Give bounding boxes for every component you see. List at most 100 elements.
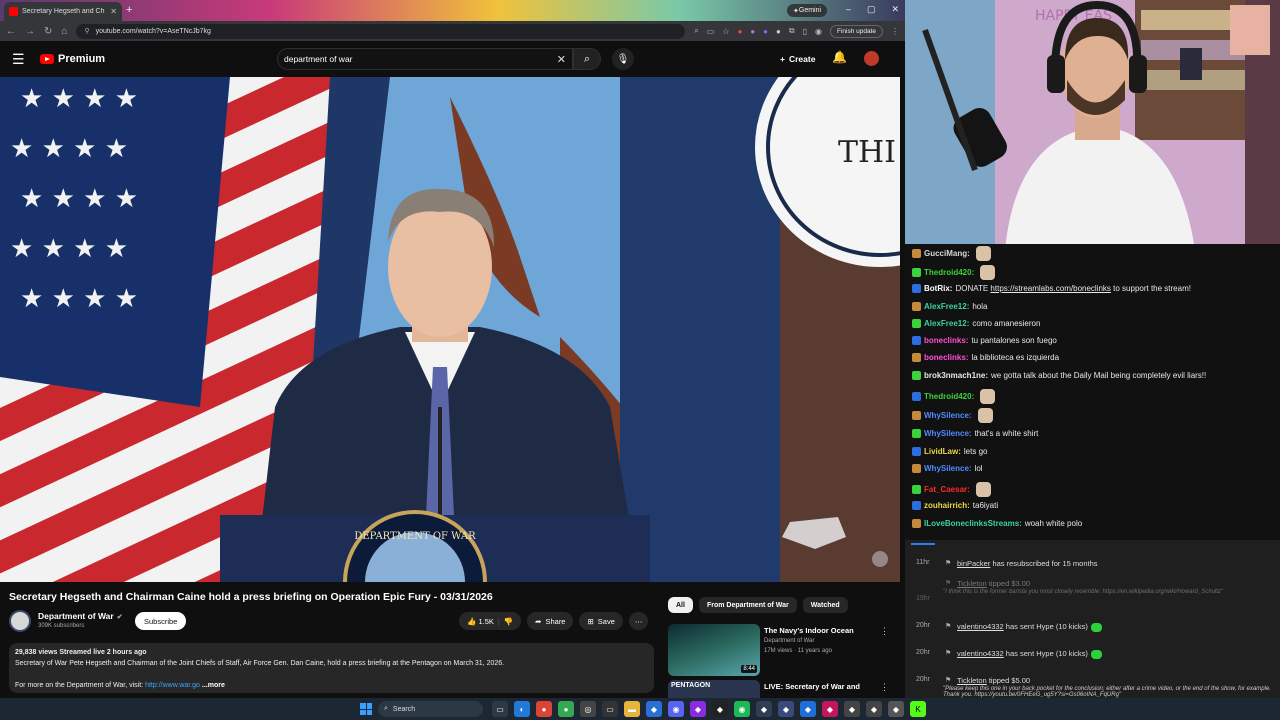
event-flag-icon[interactable]: ⚑ bbox=[945, 622, 951, 630]
chat-username[interactable]: boneclinks: bbox=[924, 353, 968, 362]
chat-username[interactable]: LividLaw: bbox=[924, 447, 961, 456]
chat-username[interactable]: WhySilence: bbox=[924, 429, 972, 438]
app-icon[interactable]: ◆ bbox=[778, 701, 794, 717]
event-flag-icon[interactable]: ⚑ bbox=[945, 676, 951, 684]
description-link[interactable]: http://www.war.go bbox=[145, 682, 200, 689]
app-icon[interactable]: ◆ bbox=[756, 701, 772, 717]
spotify-icon[interactable]: ◉ bbox=[734, 701, 750, 717]
event-flag-icon[interactable]: ⚑ bbox=[945, 579, 951, 587]
event-username[interactable]: valentino4332 bbox=[957, 622, 1004, 631]
sidebar-icon[interactable]: ▯ bbox=[803, 27, 807, 36]
obs-icon[interactable]: ◎ bbox=[580, 701, 596, 717]
chat-username[interactable]: Fat_Caesar: bbox=[924, 485, 970, 494]
clear-search-icon[interactable]: ✕ bbox=[557, 53, 566, 66]
chat-username[interactable]: WhySilence: bbox=[924, 464, 972, 473]
tab-close-icon[interactable]: ✕ bbox=[110, 7, 117, 16]
event-username[interactable]: binPacker bbox=[957, 559, 990, 568]
share-button[interactable]: ➦ Share bbox=[527, 612, 574, 630]
recommendation-thumbnail[interactable]: PENTAGON bbox=[668, 680, 760, 698]
app-icon[interactable]: ◆ bbox=[866, 701, 882, 717]
chip-watched[interactable]: Watched bbox=[802, 597, 848, 613]
create-button[interactable]: + Create bbox=[772, 49, 823, 69]
chrome-profile-icon[interactable]: ● bbox=[558, 701, 574, 717]
description-box[interactable]: 29,838 views Streamed live 2 hours ago S… bbox=[9, 643, 654, 693]
chat-username[interactable]: AlexFree12: bbox=[924, 319, 969, 328]
app-icon[interactable]: ◆ bbox=[690, 701, 706, 717]
notifications-bell-icon[interactable]: 🔔 bbox=[832, 50, 847, 64]
edge-icon[interactable]: ◐ bbox=[514, 701, 530, 717]
event-flag-icon[interactable]: ⚑ bbox=[945, 559, 951, 567]
extension-icon[interactable]: ● bbox=[763, 27, 768, 36]
chat-link[interactable]: https://streamlabs.com/boneclinks bbox=[990, 284, 1111, 293]
chat-username[interactable]: brok3nmach1ne: bbox=[924, 371, 988, 380]
extension-icon[interactable]: ● bbox=[750, 27, 755, 36]
file-explorer-icon[interactable]: ▬ bbox=[624, 701, 640, 717]
app-icon[interactable]: ◆ bbox=[800, 701, 816, 717]
subscribe-button[interactable]: Subscribe bbox=[135, 612, 187, 630]
browser-tab[interactable]: Secretary Hegseth and Ch ✕ bbox=[4, 2, 122, 21]
app-icon[interactable]: ◆ bbox=[712, 701, 728, 717]
video-player[interactable]: ★ ★ ★ ★ ★ ★ ★ ★ ★ ★ ★ ★ ★ ★ ★ ★ ★ ★ ★ ★ … bbox=[0, 77, 900, 582]
recommendation-item[interactable]: 8:44 The Navy's Indoor Ocean Department … bbox=[668, 624, 893, 676]
chat-username[interactable]: Thedroid420: bbox=[924, 392, 974, 401]
kebab-menu-icon[interactable]: ⋮ bbox=[891, 27, 899, 36]
minimize-icon[interactable]: – bbox=[846, 4, 851, 15]
home-icon[interactable]: ⌂ bbox=[61, 26, 67, 37]
recommendation-thumbnail[interactable]: 8:44 bbox=[668, 624, 760, 676]
cast-icon[interactable]: ▭ bbox=[707, 27, 715, 36]
app-icon[interactable]: ◆ bbox=[888, 701, 904, 717]
back-icon[interactable]: ← bbox=[6, 26, 16, 37]
recommendation-menu-icon[interactable]: ⋮ bbox=[880, 682, 889, 693]
address-bar[interactable]: ⚲ youtube.com/watch?v=AseTNcJb7kg bbox=[76, 23, 686, 39]
discord-icon[interactable]: ◉ bbox=[668, 701, 684, 717]
hamburger-menu-icon[interactable]: ☰ bbox=[12, 51, 32, 68]
bookmark-star-icon[interactable]: ☆ bbox=[722, 27, 729, 36]
app-icon[interactable]: ◆ bbox=[844, 701, 860, 717]
youtube-logo[interactable]: Premium bbox=[40, 53, 105, 65]
zoom-icon[interactable]: ⌕ bbox=[694, 26, 698, 36]
windows-start-icon[interactable] bbox=[360, 703, 372, 715]
chrome-icon[interactable]: ● bbox=[536, 701, 552, 717]
chip-all[interactable]: All bbox=[668, 597, 693, 613]
chat-username[interactable]: BotRix: bbox=[924, 284, 952, 293]
voice-search-button[interactable]: 🎙 bbox=[612, 48, 634, 70]
kick-icon[interactable]: K bbox=[910, 701, 926, 717]
maximize-icon[interactable]: ▢ bbox=[867, 4, 876, 15]
close-window-icon[interactable]: ✕ bbox=[891, 4, 899, 15]
search-input[interactable] bbox=[284, 54, 557, 64]
extension-icon[interactable]: ● bbox=[737, 27, 742, 36]
chat-username[interactable]: AlexFree12: bbox=[924, 302, 969, 311]
reload-icon[interactable]: ↻ bbox=[44, 26, 52, 37]
channel-avatar[interactable] bbox=[9, 610, 31, 632]
taskbar-search[interactable]: ⌕ Search bbox=[378, 701, 483, 717]
event-username[interactable]: Tickleton bbox=[957, 579, 987, 588]
event-flag-icon[interactable]: ⚑ bbox=[945, 649, 951, 657]
search-button[interactable]: ⌕ bbox=[573, 48, 601, 70]
terminal-icon[interactable]: ▭ bbox=[602, 701, 618, 717]
chat-username[interactable]: WhySilence: bbox=[924, 411, 972, 420]
app-icon[interactable]: ◆ bbox=[646, 701, 662, 717]
profile-icon[interactable]: ◉ bbox=[815, 27, 822, 36]
chat-username[interactable]: ILoveBoneclinksStreams: bbox=[924, 519, 1022, 528]
like-button[interactable]: 👍 1.5K bbox=[467, 617, 494, 626]
gemini-button[interactable]: ✦ Gemini bbox=[787, 4, 828, 17]
more-actions-button[interactable]: ⋯ bbox=[628, 612, 649, 630]
recommendation-item[interactable]: PENTAGON LIVE: Secretary of War and ⋮ bbox=[668, 680, 893, 698]
channel-name[interactable]: Department of War ✔ bbox=[38, 611, 123, 621]
account-avatar[interactable] bbox=[864, 51, 879, 66]
recommendation-menu-icon[interactable]: ⋮ bbox=[880, 626, 889, 637]
save-button[interactable]: ⊞ Save bbox=[579, 612, 623, 630]
dislike-button[interactable]: 👎 bbox=[504, 617, 513, 626]
chat-username[interactable]: zouhairrich: bbox=[924, 501, 970, 510]
site-info-icon[interactable]: ⚲ bbox=[84, 27, 89, 35]
chat-username[interactable]: boneclinks: bbox=[924, 336, 968, 345]
app-icon[interactable]: ◆ bbox=[822, 701, 838, 717]
event-username[interactable]: valentino4332 bbox=[957, 649, 1004, 658]
event-username[interactable]: Tickleton bbox=[957, 676, 987, 685]
new-tab-button[interactable]: + bbox=[126, 4, 132, 16]
forward-icon[interactable]: → bbox=[25, 26, 35, 37]
chat-username[interactable]: Thedroid420: bbox=[924, 268, 974, 277]
chip-from-channel[interactable]: From Department of War bbox=[698, 597, 797, 613]
puzzle-icon[interactable]: ⧉ bbox=[789, 26, 795, 36]
show-more-button[interactable]: ...more bbox=[202, 682, 225, 689]
